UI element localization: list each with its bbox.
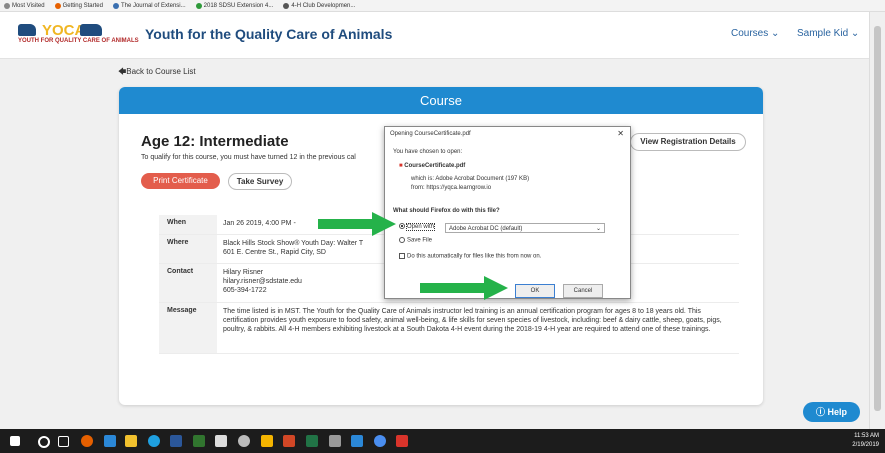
project-icon[interactable] — [193, 435, 205, 447]
row-value: The time listed is in MST. The Youth for… — [223, 308, 722, 333]
user-label: Sample Kid — [797, 28, 849, 39]
bookmark-getting-started[interactable]: Getting Started — [54, 2, 103, 9]
checkmark-icon[interactable] — [351, 435, 363, 447]
back-link-label: Back to Course List — [126, 67, 196, 76]
ok-button[interactable]: OK — [515, 284, 555, 298]
animal-silhouette-icon — [80, 24, 102, 36]
yqca-logo[interactable]: YOCA YOUTH FOR QUALITY CARE OF ANIMALS — [18, 22, 139, 48]
row-key: Contact — [159, 264, 217, 302]
clock-time: 11:53 AM — [854, 433, 879, 439]
logo-subtext: YOUTH FOR QUALITY CARE OF ANIMALS — [18, 38, 139, 44]
bookmark-journal[interactable]: The Journal of Extensi... — [112, 2, 186, 9]
animal-silhouette-icon — [18, 24, 36, 36]
page-scrollbar[interactable] — [869, 12, 885, 429]
save-file-label: Save File — [407, 237, 433, 244]
site-title[interactable]: Youth for the Quality Care of Animals — [145, 26, 392, 42]
back-link[interactable]: 🡄Back to Course List — [118, 66, 196, 80]
bookmark-label: Getting Started — [62, 2, 103, 9]
file-type: which is: Adobe Acrobat Document (197 KB… — [411, 176, 530, 182]
bookmark-label: Most Visited — [12, 2, 45, 9]
dialog-question: What should Firefox do with this file? — [393, 208, 500, 214]
leaf-icon — [195, 2, 202, 9]
task-view-icon[interactable] — [58, 436, 69, 447]
help-label: Help — [827, 407, 848, 417]
course-title: Age 12: Intermediate — [141, 133, 289, 150]
journal-icon — [112, 2, 119, 9]
radio-icon — [399, 237, 405, 243]
filename-label: CourseCertificate.pdf — [404, 163, 466, 169]
take-survey-button[interactable]: Take Survey — [228, 173, 292, 190]
sticky-notes-icon[interactable] — [261, 435, 273, 447]
bookmark-most-visited[interactable]: Most Visited — [4, 2, 45, 9]
windows-start-icon[interactable] — [10, 436, 20, 446]
row-key: Where — [159, 235, 217, 263]
green-arrow-icon — [318, 212, 396, 236]
windows-taskbar: 11:53 AM 2/19/2019 — [0, 429, 885, 453]
print-certificate-button[interactable]: Print Certificate — [141, 173, 220, 189]
application-value: Adobe Acrobat DC (default) — [449, 226, 523, 232]
powerpoint-icon[interactable] — [283, 435, 295, 447]
file-explorer-icon[interactable] — [125, 435, 137, 447]
bookmarks-bar: Most Visited Getting Started The Journal… — [0, 0, 885, 12]
radio-selected-icon — [399, 223, 405, 229]
question-circle-icon: ⓘ — [815, 407, 825, 417]
logo-text: YOCA — [42, 22, 86, 39]
open-with-radio[interactable]: Open with — [399, 222, 436, 231]
excel-icon[interactable] — [306, 435, 318, 447]
snipping-tool-icon[interactable] — [329, 435, 341, 447]
acrobat-icon[interactable] — [396, 435, 408, 447]
system-clock[interactable]: 11:53 AM 2/19/2019 — [852, 432, 879, 450]
calculator-icon[interactable] — [215, 435, 227, 447]
qualify-text: To qualify for this course, you must hav… — [141, 154, 356, 161]
zoom-icon[interactable] — [374, 435, 386, 447]
bookmark-4h[interactable]: 4-H Club Developmen... — [283, 2, 356, 9]
clock-date: 2/19/2019 — [852, 442, 879, 448]
close-icon[interactable]: ✕ — [617, 129, 624, 138]
user-menu[interactable]: Sample Kid ⌄ — [797, 28, 859, 39]
chevron-down-icon: ⌄ — [850, 28, 860, 39]
application-select[interactable]: Adobe Acrobat DC (default) ⌄ — [445, 223, 605, 233]
auto-label: Do this automatically for files like thi… — [407, 253, 542, 260]
bookmark-label: 4-H Club Developmen... — [291, 2, 356, 9]
download-dialog: Opening CourseCertificate.pdf ✕ You have… — [384, 126, 631, 299]
cancel-button[interactable]: Cancel — [563, 284, 603, 298]
bookmark-label: 2018 SDSU Extension 4... — [203, 2, 274, 9]
paint-icon[interactable] — [238, 435, 250, 447]
courses-menu[interactable]: Courses ⌄ — [731, 28, 779, 39]
firefox-icon — [54, 2, 61, 9]
save-file-radio[interactable]: Save File — [399, 237, 432, 244]
search-icon[interactable] — [38, 436, 50, 448]
firefox-icon[interactable] — [81, 435, 93, 447]
green-arrow-icon — [420, 276, 508, 300]
gear-icon — [4, 2, 10, 9]
globe-icon — [283, 2, 290, 9]
bookmark-sdsu[interactable]: 2018 SDSU Extension 4... — [195, 2, 274, 9]
outlook-icon[interactable] — [104, 435, 116, 447]
open-with-label: Open with — [405, 222, 436, 231]
auto-checkbox[interactable]: Do this automatically for files like thi… — [399, 253, 541, 260]
skype-icon[interactable] — [148, 435, 160, 447]
scrollbar-thumb[interactable] — [874, 26, 881, 411]
help-button[interactable]: ⓘ Help — [803, 402, 860, 422]
courses-label: Courses — [731, 28, 769, 39]
chosen-text: You have chosen to open: — [393, 149, 463, 155]
dialog-title: Opening CourseCertificate.pdf — [390, 131, 471, 137]
file-source: from: https://yqca.learngrow.io — [411, 185, 492, 191]
row-key: When — [159, 215, 217, 234]
filename: ■ CourseCertificate.pdf — [399, 163, 465, 169]
site-header: YOCA YOUTH FOR QUALITY CARE OF ANIMALS Y… — [0, 12, 870, 59]
row-key: Message — [159, 303, 217, 353]
table-row: Message The time listed is in MST. The Y… — [159, 303, 739, 354]
chevron-down-icon: ⌄ — [771, 28, 780, 39]
chevron-down-icon: ⌄ — [595, 226, 601, 232]
word-icon[interactable] — [170, 435, 182, 447]
bookmark-label: The Journal of Extensi... — [120, 2, 186, 9]
card-heading: Course — [119, 87, 763, 114]
view-registration-button[interactable]: View Registration Details — [630, 133, 746, 151]
checkbox-icon — [399, 253, 405, 259]
